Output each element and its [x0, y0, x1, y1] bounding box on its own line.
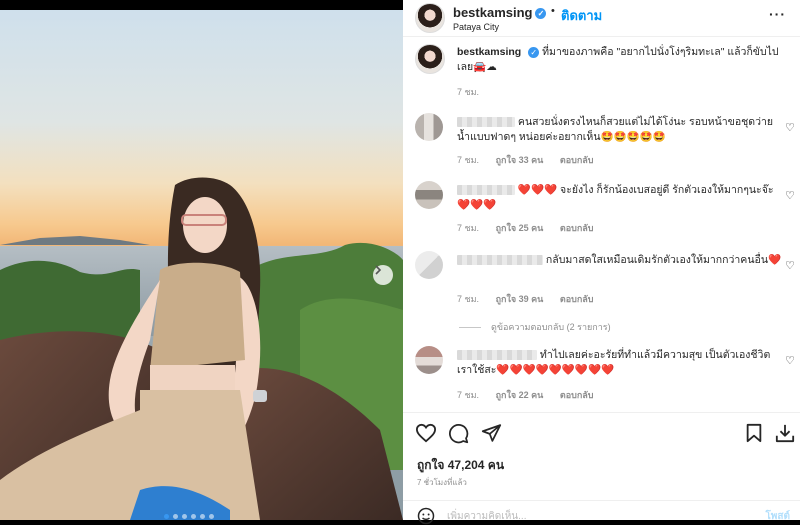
blurred-username[interactable]	[457, 117, 515, 128]
carousel-dot	[191, 514, 196, 519]
comment-icon[interactable]	[448, 423, 469, 444]
post-actions-bar	[403, 412, 800, 453]
comment-time: 7 ชม.	[457, 155, 480, 165]
chevron-right-icon	[375, 265, 382, 275]
comment-time: 7 ชม.	[457, 390, 480, 400]
comment-like-heart-icon[interactable]: ♡	[785, 259, 795, 272]
caption-author-avatar[interactable]	[415, 44, 445, 74]
comment-meta: 7 ชม. ถูกใจ 25 คน ตอบกลับ	[457, 221, 594, 235]
post-comment-button[interactable]: โพสต์	[765, 509, 790, 524]
author-avatar[interactable]	[415, 3, 445, 33]
caption-time: 7 ชม.	[457, 87, 480, 97]
post-detail-panel: bestkamsing ✓ • ติดตาม Pataya City ··· be…	[403, 0, 800, 525]
like-count[interactable]: ถูกใจ 47,204 คน	[417, 456, 504, 475]
author-username-text[interactable]: bestkamsing	[453, 5, 532, 20]
comment-reply-button[interactable]: ตอบกลับ	[560, 390, 594, 400]
smiley-icon[interactable]	[417, 507, 435, 525]
send-icon[interactable]	[481, 423, 502, 443]
comment-meta: 7 ชม. ถูกใจ 22 คน ตอบกลับ	[457, 388, 594, 402]
comment-like-heart-icon[interactable]: ♡	[785, 354, 795, 367]
caption: bestkamsing ✓ ที่มาของภาพคือ "อยากไปนั่งโ…	[457, 45, 787, 75]
carousel-dot	[200, 514, 205, 519]
view-replies-text[interactable]: ดูข้อความตอบกลับ (2 รายการ)	[491, 322, 611, 332]
photo-illustration	[0, 177, 403, 520]
author-username[interactable]: bestkamsing ✓	[453, 5, 547, 20]
comment-body: คนสวยนั่งตรงไหนก็สวยแต่ไม่ได้โง่นะ รอบหน…	[457, 115, 782, 145]
blurred-username[interactable]	[457, 350, 537, 361]
comment-time: 7 ชม.	[457, 223, 480, 233]
comment-likes[interactable]: ถูกใจ 33 คน	[496, 155, 544, 165]
post-header: bestkamsing ✓ • ติดตาม Pataya City ···	[403, 0, 800, 37]
comment-body: ทำไปเลยค่ะอะรัยที่ทำแล้วมีความสุข เป็นตั…	[457, 348, 782, 378]
carousel-dot	[182, 514, 187, 519]
post-photo[interactable]	[0, 10, 403, 520]
verified-badge-icon: ✓	[535, 8, 547, 20]
comment-likes[interactable]: ถูกใจ 22 คน	[496, 390, 544, 400]
replies-divider-line	[459, 327, 481, 329]
add-comment-bar: เพิ่มความคิดเห็น... โพสต์	[403, 500, 800, 525]
comment-likes[interactable]: ถูกใจ 39 คน	[496, 294, 544, 304]
comment-likes[interactable]: ถูกใจ 25 คน	[496, 223, 544, 233]
top-black-bar	[0, 0, 403, 10]
caption-username[interactable]: bestkamsing	[457, 46, 521, 58]
comment-meta: 7 ชม. ถูกใจ 39 คน ตอบกลับ	[457, 292, 594, 306]
verified-badge-icon: ✓	[528, 46, 540, 58]
commenter-avatar[interactable]	[415, 346, 443, 374]
bookmark-icon[interactable]	[745, 423, 763, 443]
comment-like-heart-icon[interactable]: ♡	[785, 121, 795, 134]
download-icon[interactable]	[775, 423, 795, 443]
instagram-post-view: bestkamsing ✓ • ติดตาม Pataya City ··· be…	[0, 0, 800, 525]
more-options-icon[interactable]: ···	[769, 6, 786, 22]
comment-body: ❤️❤️❤️ จะยังไง ก็รักน้องเบสอยู่ดี รักตัว…	[457, 183, 782, 213]
add-comment-input[interactable]: เพิ่มความคิดเห็น...	[447, 509, 526, 524]
comment-body: กลับมาสดใสเหมือนเดิมรักตัวเองให้มากกว่าค…	[457, 253, 782, 268]
comment-reply-button[interactable]: ตอบกลับ	[560, 294, 594, 304]
blurred-username[interactable]	[457, 255, 543, 266]
commenter-avatar[interactable]	[415, 181, 443, 209]
carousel-next-button[interactable]	[373, 265, 393, 285]
commenter-avatar[interactable]	[415, 251, 443, 279]
blurred-username[interactable]	[457, 185, 515, 196]
comment-meta: 7 ชม. ถูกใจ 33 คน ตอบกลับ	[457, 153, 594, 167]
carousel-dots	[164, 514, 214, 519]
comment-reply-button[interactable]: ตอบกลับ	[560, 155, 594, 165]
comment-text: กลับมาสดใสเหมือนเดิมรักตัวเองให้มากกว่าค…	[545, 254, 782, 266]
comment-reply-button[interactable]: ตอบกลับ	[560, 223, 594, 233]
commenter-avatar[interactable]	[415, 113, 443, 141]
heart-icon[interactable]	[415, 423, 437, 443]
carousel-dot	[173, 514, 178, 519]
view-replies-link[interactable]: ดูข้อความตอบกลับ (2 รายการ)	[459, 320, 611, 334]
follow-button[interactable]: ติดตาม	[561, 5, 602, 26]
carousel-dot-active	[164, 514, 169, 519]
comment-like-heart-icon[interactable]: ♡	[785, 189, 795, 202]
header-separator: •	[551, 5, 555, 17]
location-link[interactable]: Pataya City	[453, 22, 499, 32]
carousel-dot	[209, 514, 214, 519]
post-timestamp: 7 ชั่วโมงที่แล้ว	[417, 478, 467, 487]
comment-time: 7 ชม.	[457, 294, 480, 304]
